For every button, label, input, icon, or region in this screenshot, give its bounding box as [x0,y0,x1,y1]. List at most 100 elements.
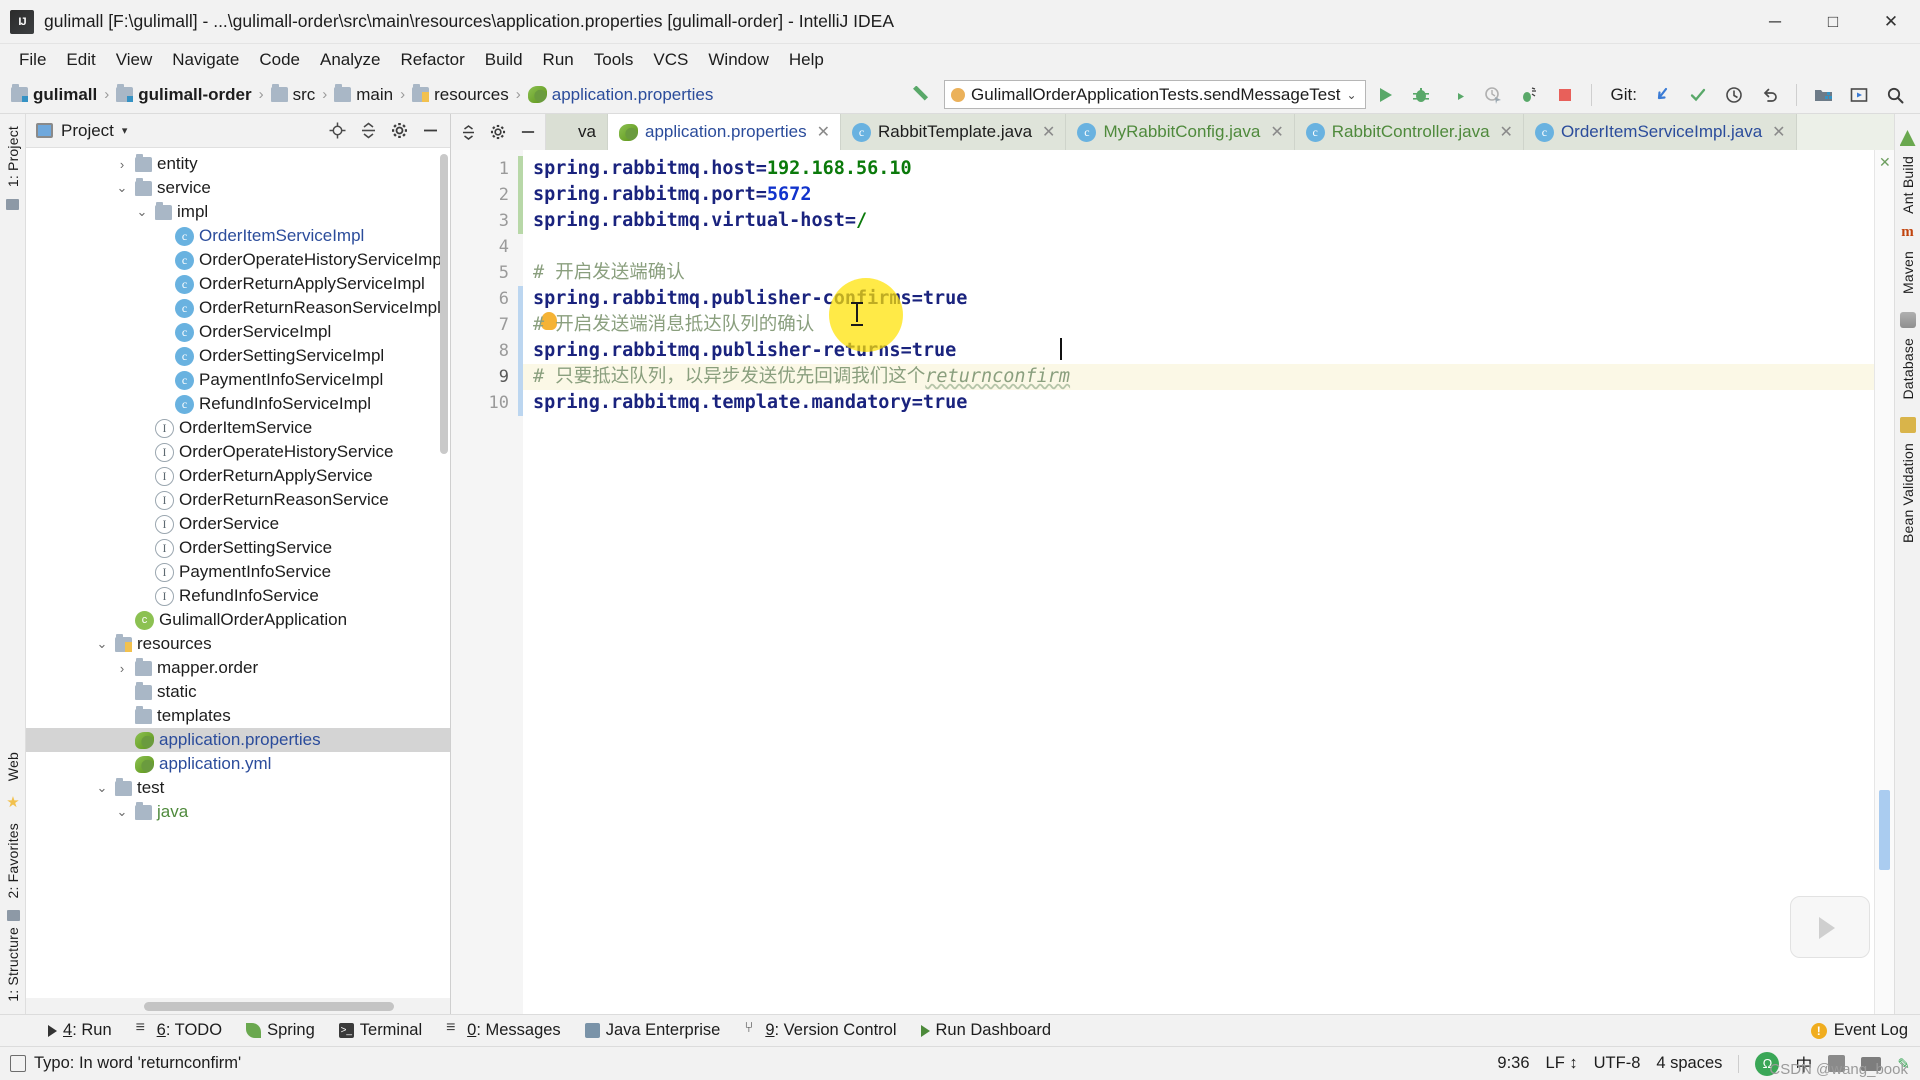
editor-tab-myrabbitconfig-java[interactable]: c MyRabbitConfig.java ✕ [1066,114,1295,150]
breadcrumb-item-resources[interactable]: resources [407,83,514,107]
tool-window-java-enterprise[interactable]: Java Enterprise [573,1021,733,1040]
git-update-icon[interactable] [1645,80,1679,110]
tree-node[interactable]: ⌄ impl [26,200,450,224]
tree-node[interactable]: c RefundInfoServiceImpl [26,392,450,416]
menu-item-code[interactable]: Code [250,47,309,73]
code-line[interactable]: spring.rabbitmq.publisher-confirms=true [523,286,1874,312]
chevron-down-icon[interactable]: ▾ [122,124,128,137]
tool-window-4-run[interactable]: 4: Run [36,1021,124,1040]
tree-node[interactable]: application.properties [26,728,450,752]
file-encoding[interactable]: UTF-8 [1594,1054,1641,1073]
tree-horizontal-scrollbar[interactable] [144,1002,394,1011]
breadcrumb-item-gulimall-order[interactable]: gulimall-order [111,83,256,107]
chevron-icon[interactable]: ⌄ [94,636,110,652]
menu-item-edit[interactable]: Edit [57,47,104,73]
tree-node[interactable]: I OrderService [26,512,450,536]
code-line[interactable]: spring.rabbitmq.template.mandatory=true [523,390,1874,416]
chevron-icon[interactable]: ⌄ [114,180,130,196]
tool-window-run-dashboard[interactable]: Run Dashboard [909,1021,1064,1040]
editor-tab-rabbitcontroller-java[interactable]: c RabbitController.java ✕ [1294,114,1524,150]
tree-node[interactable]: c OrderOperateHistoryServiceImpl [26,248,450,272]
run-icon[interactable] [1368,80,1402,110]
git-commit-icon[interactable] [1681,80,1715,110]
code-line[interactable]: # 只要抵达队列，以异步发送优先回调我们这个returnconfirm [523,364,1874,390]
sidebar-item-ant-build[interactable]: Ant Build [1900,150,1916,220]
tree-node[interactable]: I OrderOperateHistoryService [26,440,450,464]
breadcrumb-item-main[interactable]: main [329,83,398,107]
sidebar-item-web[interactable]: Web [5,746,21,787]
line-number-gutter[interactable]: 1 2 3 4 5 6 7 8 9 10 [451,150,523,1014]
tree-node[interactable]: › entity [26,152,450,176]
close-icon[interactable]: ✕ [817,122,830,142]
debug-icon[interactable] [1404,80,1438,110]
tree-node[interactable]: c OrderReturnReasonServiceImpl [26,296,450,320]
tree-node[interactable]: ⌄ resources [26,632,450,656]
run-configuration-selector[interactable]: GulimallOrderApplicationTests.sendMessag… [944,80,1366,109]
collapse-icon[interactable] [453,114,483,150]
line-number[interactable]: 4 [451,234,523,260]
tool-window-spring[interactable]: Spring [234,1021,327,1040]
settings-icon[interactable] [483,114,513,150]
breadcrumb-item-src[interactable]: src [266,83,321,107]
line-number[interactable]: 9 [451,364,523,390]
line-number[interactable]: 3 [451,208,523,234]
caret-position[interactable]: 9:36 [1497,1054,1529,1073]
tool-window-terminal[interactable]: >_ Terminal [327,1021,434,1040]
tree-node[interactable]: I RefundInfoService [26,584,450,608]
navigate-up-icon[interactable] [908,82,934,108]
sidebar-item-database[interactable]: Database [1900,332,1916,406]
sidebar-item-favorites[interactable]: 2: Favorites [5,817,21,905]
tree-node[interactable]: c OrderSettingServiceImpl [26,344,450,368]
event-log-button[interactable]: ! Event Log [1810,1021,1920,1040]
run-with-coverage-icon[interactable] [1440,80,1474,110]
sidebar-item-project[interactable]: 1: Project [5,120,21,193]
close-icon[interactable]: ✕ [1042,122,1055,142]
close-icon[interactable]: ✕ [1270,122,1283,142]
tree-node[interactable]: I OrderItemService [26,416,450,440]
line-number[interactable]: 2 [451,182,523,208]
run-tests-icon[interactable] [1512,80,1546,110]
tree-node[interactable]: ⌄ test [26,776,450,800]
breadcrumb-item-gulimall[interactable]: gulimall [6,83,102,107]
tree-scrollbar[interactable] [440,154,448,454]
error-stripe-marker[interactable]: ✕ [1874,150,1894,1014]
menu-item-analyze[interactable]: Analyze [311,47,389,73]
code-line[interactable]: spring.rabbitmq.host=192.168.56.10 [523,156,1874,182]
tree-node[interactable]: ⌄ service [26,176,450,200]
tree-node[interactable]: c OrderServiceImpl [26,320,450,344]
tree-node[interactable]: I OrderReturnApplyService [26,464,450,488]
chevron-icon[interactable]: › [114,661,130,676]
maximize-button[interactable]: □ [1804,0,1862,44]
line-number[interactable]: 7 [451,312,523,338]
chevron-icon[interactable]: ⌄ [94,780,110,796]
menu-item-build[interactable]: Build [476,47,532,73]
editor-tab-orderitemserviceimpl-java[interactable]: c OrderItemServiceImpl.java ✕ [1523,114,1797,150]
video-player-badge[interactable] [1790,896,1870,958]
tool-window-6-todo[interactable]: 6: TODO [124,1019,234,1040]
tree-node[interactable]: c PaymentInfoServiceImpl [26,368,450,392]
chevron-icon[interactable]: › [114,157,130,172]
code-line[interactable]: # 开启发送端消息抵达队列的确认 [523,312,1874,338]
hide-icon[interactable] [416,117,444,145]
run-anything-icon[interactable] [1842,80,1876,110]
collapse-all-icon[interactable] [354,117,382,145]
line-number[interactable]: 6 [451,286,523,312]
breadcrumb-item-application-properties[interactable]: application.properties [523,83,719,107]
tree-node[interactable]: c OrderItemServiceImpl [26,224,450,248]
tool-window-0-messages[interactable]: 0: Messages [434,1019,573,1040]
scroll-thumb[interactable] [1879,790,1890,870]
stop-icon[interactable] [1548,80,1582,110]
chevron-icon[interactable]: ⌄ [134,204,150,220]
editor-tab-application-properties[interactable]: application.properties ✕ [608,114,842,150]
hide-icon[interactable] [513,114,543,150]
code-line[interactable]: # 开启发送端确认 [523,260,1874,286]
code-line[interactable]: spring.rabbitmq.publisher-returns=true [523,338,1874,364]
menu-item-run[interactable]: Run [534,47,583,73]
menu-item-refactor[interactable]: Refactor [391,47,473,73]
tree-node[interactable]: I PaymentInfoService [26,560,450,584]
sidebar-item-structure[interactable]: 1: Structure [5,921,21,1008]
sidebar-item-maven[interactable]: Maven [1900,245,1916,300]
line-number[interactable]: 1 [451,156,523,182]
line-separator[interactable]: LF ↕ [1546,1054,1578,1073]
close-button[interactable]: ✕ [1862,0,1920,44]
